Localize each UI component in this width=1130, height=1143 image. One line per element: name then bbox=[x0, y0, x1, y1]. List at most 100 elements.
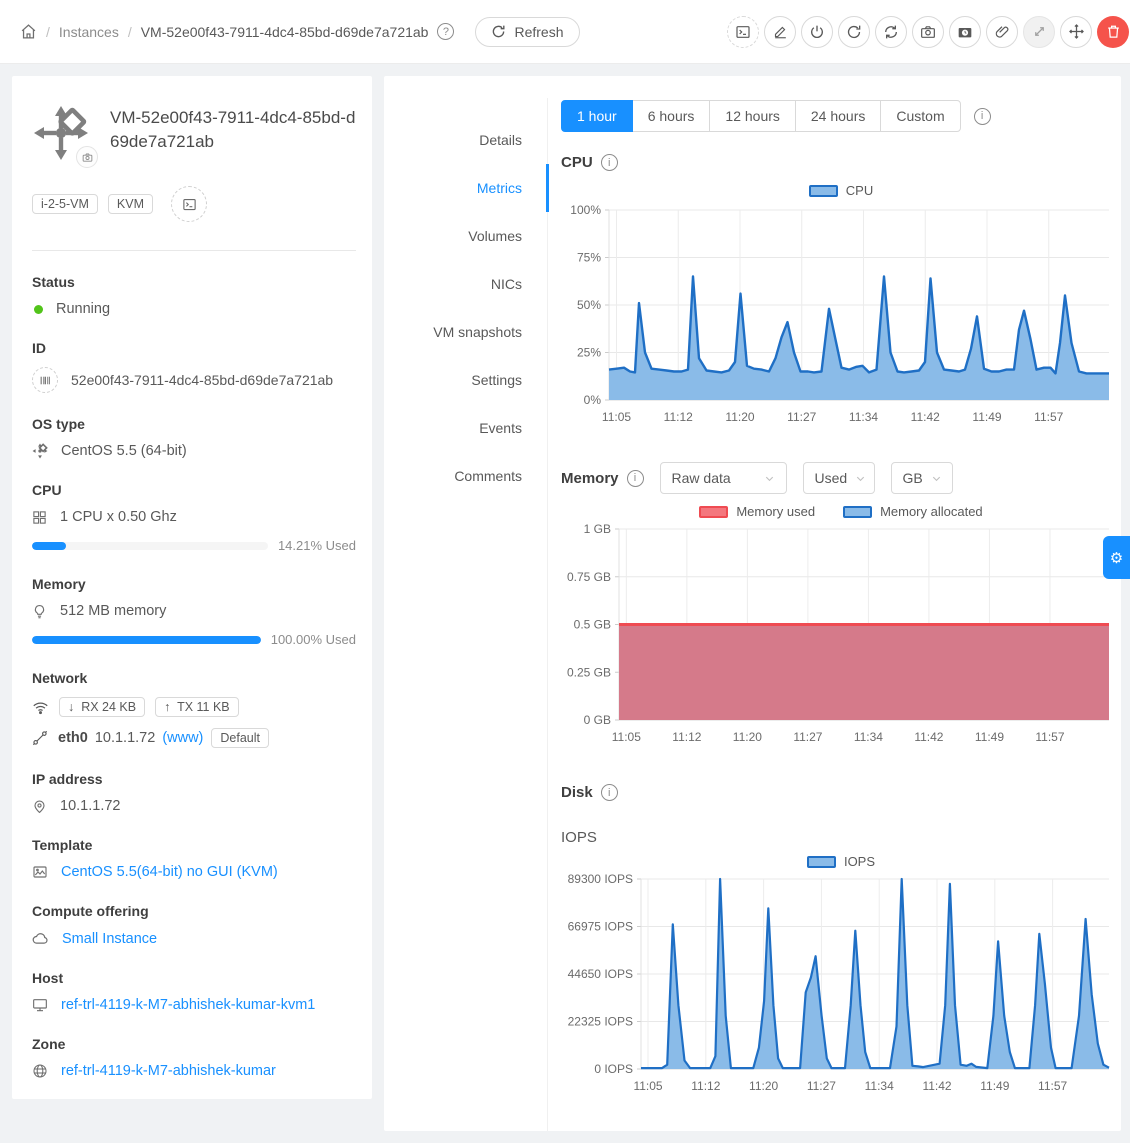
svg-text:11:34: 11:34 bbox=[854, 730, 883, 744]
tab-metrics[interactable]: Metrics bbox=[384, 164, 549, 212]
template-link[interactable]: CentOS 5.5(64-bit) no GUI (KVM) bbox=[61, 864, 278, 880]
memory-data-select[interactable]: Raw data bbox=[660, 462, 787, 494]
disk-info-icon[interactable]: i bbox=[601, 784, 618, 801]
legend-iops[interactable]: IOPS bbox=[807, 854, 875, 869]
nic-name: eth0 bbox=[58, 730, 88, 746]
cpu-label: CPU bbox=[32, 482, 356, 498]
memory-unit-select[interactable]: GB bbox=[891, 462, 953, 494]
memory-used-text: 100.00% Used bbox=[271, 632, 356, 647]
detail-tabs: Details Metrics Volumes NICs VM snapshot… bbox=[384, 98, 548, 1131]
tab-vm-snapshots[interactable]: VM snapshots bbox=[384, 308, 549, 356]
svg-text:1 GB: 1 GB bbox=[584, 522, 611, 536]
svg-text:11:12: 11:12 bbox=[672, 730, 701, 744]
template-label: Template bbox=[32, 837, 356, 853]
memory-chart: 0 GB0.25 GB0.5 GB0.75 GB1 GB11:0511:1211… bbox=[561, 519, 1121, 752]
cloud-icon bbox=[32, 930, 49, 947]
refresh-button[interactable]: Refresh bbox=[475, 17, 579, 47]
edit-button[interactable] bbox=[764, 16, 796, 48]
stop-power-button[interactable] bbox=[801, 16, 833, 48]
location-pin-icon bbox=[32, 799, 47, 814]
offering-link[interactable]: Small Instance bbox=[62, 931, 157, 947]
svg-text:11:42: 11:42 bbox=[911, 410, 940, 424]
legend-cpu[interactable]: CPU bbox=[809, 183, 873, 198]
breadcrumb-instances-link[interactable]: Instances bbox=[59, 24, 119, 40]
svg-text:0.5 GB: 0.5 GB bbox=[574, 618, 611, 632]
iops-chart: 0 IOPS22325 IOPS44650 IOPS66975 IOPS8930… bbox=[561, 869, 1121, 1101]
console-icon[interactable] bbox=[171, 186, 207, 222]
snapshot-camera-button[interactable] bbox=[912, 16, 944, 48]
network-www-link[interactable]: (www) bbox=[162, 730, 203, 746]
svg-text:11:57: 11:57 bbox=[1034, 410, 1063, 424]
memory-metric-select[interactable]: Used bbox=[803, 462, 875, 494]
globe-icon bbox=[32, 1063, 48, 1079]
range-12-hours-button[interactable]: 12 hours bbox=[709, 100, 795, 132]
tx-tag: ↑ TX 11 KB bbox=[155, 697, 239, 717]
memory-chart-title: Memory bbox=[561, 470, 619, 487]
reinstall-sync-button[interactable] bbox=[875, 16, 907, 48]
legend-memory-used[interactable]: Memory used bbox=[699, 504, 815, 519]
ip-label: IP address bbox=[32, 771, 356, 787]
breadcrumb: / Instances / VM-52e00f43-7911-4dc4-85bd… bbox=[20, 17, 580, 47]
chevron-down-icon bbox=[931, 473, 942, 484]
wifi-icon bbox=[32, 699, 49, 716]
reboot-button[interactable] bbox=[838, 16, 870, 48]
svg-text:66975 IOPS: 66975 IOPS bbox=[568, 920, 633, 934]
range-custom-button[interactable]: Custom bbox=[880, 100, 960, 132]
host-label: Host bbox=[32, 970, 356, 986]
tab-details[interactable]: Details bbox=[384, 116, 549, 164]
breadcrumb-separator: / bbox=[128, 24, 132, 40]
memory-info-icon[interactable]: i bbox=[627, 470, 644, 487]
status-value: Running bbox=[56, 301, 110, 317]
cpu-info-icon[interactable]: i bbox=[601, 154, 618, 171]
disk-chart-block: Disk i IOPS IOPS 0 IOPS22325 IOPS44650 I… bbox=[561, 784, 1121, 1101]
nic-ip: 10.1.1.72 bbox=[95, 730, 155, 746]
attach-iso-button[interactable] bbox=[986, 16, 1018, 48]
time-range-info-icon[interactable]: i bbox=[974, 108, 991, 125]
console-button[interactable] bbox=[727, 16, 759, 48]
range-1-hour-button[interactable]: 1 hour bbox=[561, 100, 633, 132]
change-icon-camera-badge[interactable] bbox=[76, 146, 98, 168]
vm-info-card: VM-52e00f43-7911-4dc4-85bd-d69de7a721ab … bbox=[12, 76, 372, 1099]
legend-memory-allocated[interactable]: Memory allocated bbox=[843, 504, 983, 519]
status-label: Status bbox=[32, 274, 356, 290]
destroy-button[interactable] bbox=[1097, 16, 1129, 48]
cpu-cores-icon bbox=[32, 510, 47, 525]
bulb-icon bbox=[32, 604, 47, 619]
svg-text:0%: 0% bbox=[584, 393, 602, 407]
time-range-row: 1 hour 6 hours 12 hours 24 hours Custom … bbox=[561, 100, 1121, 132]
svg-text:25%: 25% bbox=[577, 346, 601, 360]
vm-snapshot-camera-button[interactable] bbox=[949, 16, 981, 48]
down-arrow-icon: ↓ bbox=[68, 700, 74, 714]
rx-tag: ↓ RX 24 KB bbox=[59, 697, 145, 717]
zone-link[interactable]: ref-trl-4119-k-M7-abhishek-kumar bbox=[61, 1063, 276, 1079]
tab-nics[interactable]: NICs bbox=[384, 260, 549, 308]
tab-events[interactable]: Events bbox=[384, 404, 549, 452]
disk-chart-title: Disk bbox=[561, 784, 593, 801]
svg-text:11:34: 11:34 bbox=[849, 410, 878, 424]
template-section: Template CentOS 5.5(64-bit) no GUI (KVM) bbox=[32, 837, 356, 880]
svg-text:11:05: 11:05 bbox=[612, 730, 641, 744]
chevron-down-icon bbox=[855, 473, 866, 484]
svg-text:11:05: 11:05 bbox=[602, 410, 631, 424]
tab-settings[interactable]: Settings bbox=[384, 356, 549, 404]
home-icon[interactable] bbox=[20, 23, 37, 40]
help-circle-icon[interactable]: ? bbox=[437, 23, 454, 40]
range-6-hours-button[interactable]: 6 hours bbox=[632, 100, 711, 132]
migrate-button[interactable] bbox=[1060, 16, 1092, 48]
cpu-legend: CPU bbox=[561, 183, 1121, 198]
chevron-down-icon bbox=[764, 473, 775, 484]
cpu-section: CPU 1 CPU x 0.50 Ghz 14.21% Used bbox=[32, 482, 356, 553]
tab-volumes[interactable]: Volumes bbox=[384, 212, 549, 260]
os-type-value: CentOS 5.5 (64-bit) bbox=[61, 443, 187, 459]
svg-text:11:49: 11:49 bbox=[975, 730, 1004, 744]
ip-value: 10.1.1.72 bbox=[60, 798, 120, 814]
theme-settings-button[interactable]: ⚙ bbox=[1103, 536, 1130, 579]
tab-comments[interactable]: Comments bbox=[384, 452, 549, 500]
range-24-hours-button[interactable]: 24 hours bbox=[795, 100, 881, 132]
host-link[interactable]: ref-trl-4119-k-M7-abhishek-kumar-kvm1 bbox=[61, 997, 315, 1013]
up-arrow-icon: ↑ bbox=[164, 700, 170, 714]
svg-text:89300 IOPS: 89300 IOPS bbox=[568, 872, 633, 886]
os-type-label: OS type bbox=[32, 416, 356, 432]
svg-text:11:27: 11:27 bbox=[787, 410, 816, 424]
iops-subtitle: IOPS bbox=[561, 829, 1121, 846]
